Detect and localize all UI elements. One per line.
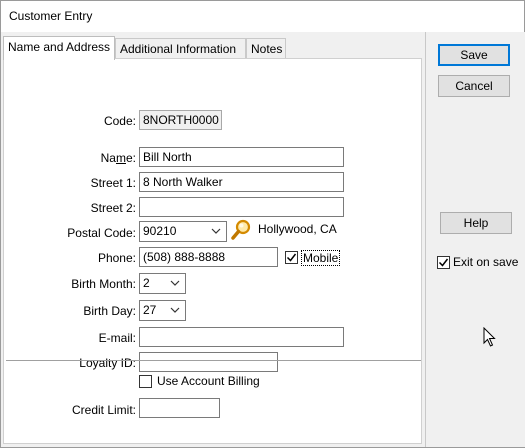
- customer-entry-window: Customer Entry Name and Address Addition…: [0, 0, 525, 448]
- tab-name-and-address[interactable]: Name and Address: [3, 36, 115, 60]
- street1-field[interactable]: 8 North Walker: [139, 172, 344, 192]
- name-field[interactable]: Bill North: [139, 147, 344, 167]
- use-account-billing-checkbox[interactable]: [139, 375, 152, 388]
- help-button[interactable]: Help: [440, 212, 512, 234]
- use-account-billing-label[interactable]: Use Account Billing: [157, 374, 260, 388]
- code-field: 8NORTH0000: [139, 110, 222, 130]
- actions-panel: Save Cancel Help Exit on save: [425, 32, 525, 447]
- exit-on-save-label[interactable]: Exit on save: [453, 255, 518, 269]
- section-divider: [6, 360, 421, 361]
- birth-day-label: Birth Day:: [83, 304, 136, 318]
- mobile-checkbox[interactable]: [285, 251, 298, 264]
- birth-day-combo[interactable]: 27: [139, 300, 186, 321]
- chevron-down-icon: [210, 224, 222, 238]
- tab-panel-name-and-address: Code: 8NORTH0000 Name: Bill North Street…: [3, 58, 422, 444]
- email-field[interactable]: [139, 327, 344, 347]
- code-label: Code:: [103, 114, 136, 128]
- magnifier-icon[interactable]: [230, 218, 252, 242]
- name-label: Name:: [100, 151, 136, 165]
- street2-label: Street 2:: [90, 201, 136, 215]
- credit-limit-field[interactable]: [139, 398, 220, 418]
- tab-notes[interactable]: Notes: [246, 38, 286, 58]
- postal-code-combo[interactable]: 90210: [139, 221, 227, 242]
- city-state-text: Hollywood, CA: [258, 222, 337, 236]
- window-title: Customer Entry: [9, 9, 93, 23]
- mouse-cursor-icon: [483, 326, 497, 352]
- chevron-down-icon: [169, 276, 181, 290]
- mobile-label[interactable]: Mobile: [301, 250, 341, 266]
- postal-code-value: 90210: [143, 224, 177, 238]
- title-bar: Customer Entry: [1, 1, 524, 32]
- tab-additional-information[interactable]: Additional Information: [115, 38, 246, 58]
- credit-limit-label: Credit Limit:: [71, 403, 136, 417]
- cancel-button[interactable]: Cancel: [438, 75, 510, 97]
- birth-day-value: 27: [143, 303, 157, 317]
- form-area: Name and Address Additional Information …: [1, 32, 425, 447]
- phone-field[interactable]: (508) 888-8888: [139, 247, 278, 267]
- street1-label: Street 1:: [90, 176, 136, 190]
- birth-month-combo[interactable]: 2: [139, 273, 186, 294]
- save-button[interactable]: Save: [438, 44, 510, 66]
- street2-field[interactable]: [139, 197, 344, 217]
- phone-label: Phone:: [97, 251, 136, 265]
- chevron-down-icon: [169, 303, 181, 317]
- postal-code-label: Postal Code:: [67, 226, 136, 240]
- email-label: E-mail:: [98, 331, 136, 345]
- loyalty-id-field[interactable]: [139, 352, 278, 372]
- birth-month-label: Birth Month:: [71, 277, 136, 291]
- birth-month-value: 2: [143, 276, 150, 290]
- loyalty-id-label: Loyalty ID:: [79, 356, 136, 370]
- exit-on-save-checkbox[interactable]: [437, 256, 450, 269]
